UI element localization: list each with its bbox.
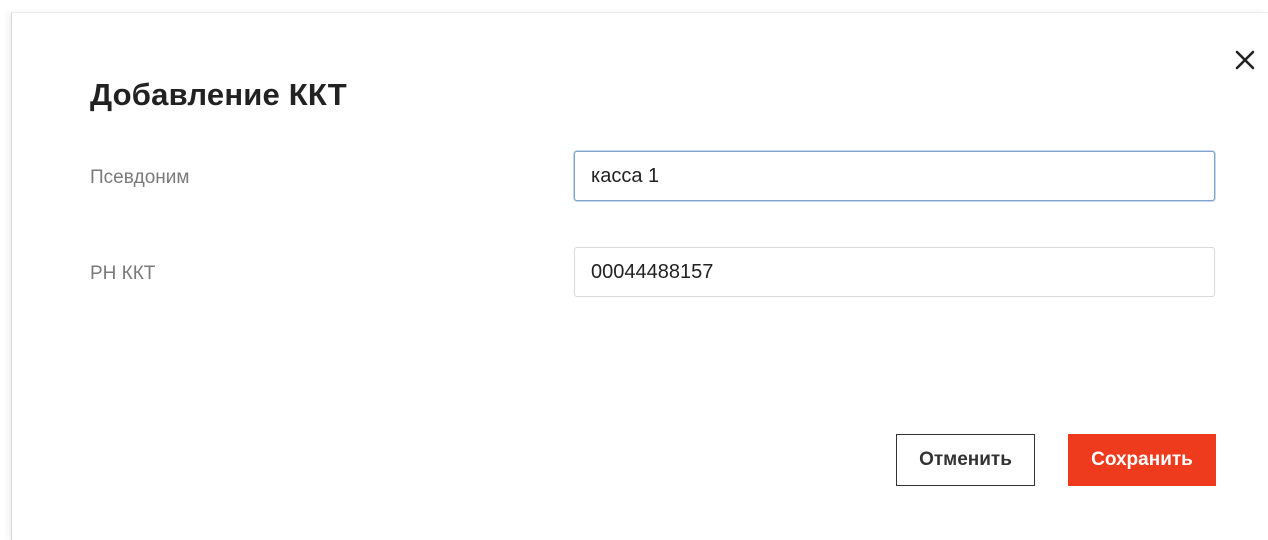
rn-kkt-label: РН ККТ — [90, 263, 156, 284]
cancel-button[interactable]: Отменить — [896, 434, 1035, 486]
add-kkt-dialog: Добавление ККТ Псевдоним РН ККТ Отменить… — [11, 12, 1268, 540]
alias-label: Псевдоним — [90, 167, 190, 188]
rn-kkt-input[interactable] — [574, 247, 1215, 297]
dialog-title: Добавление ККТ — [90, 77, 347, 112]
close-icon[interactable] — [1234, 49, 1256, 76]
save-button[interactable]: Сохранить — [1068, 434, 1216, 486]
close-button[interactable] — [1230, 47, 1260, 77]
alias-input[interactable] — [574, 151, 1215, 201]
